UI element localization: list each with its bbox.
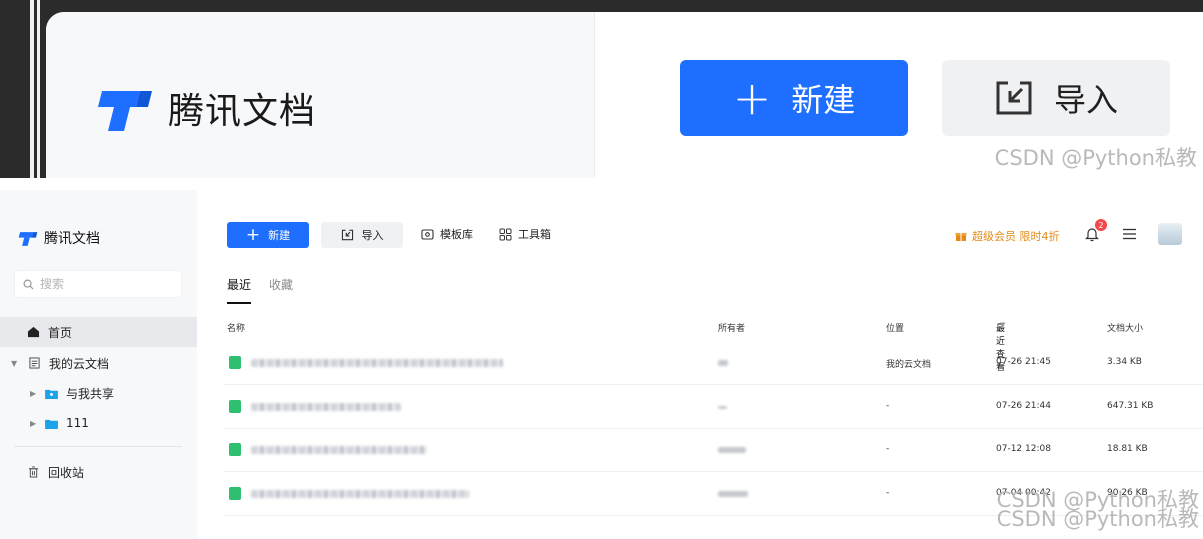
watermark: CSDN @Python私教 bbox=[996, 507, 1199, 531]
sidebar-item-my-docs[interactable]: ▼ 我的云文档 bbox=[0, 348, 197, 378]
search-icon bbox=[23, 279, 34, 290]
row-size: 18.81 KB bbox=[1107, 444, 1148, 454]
sidebar-item-folder-111[interactable]: ▶ 111 bbox=[0, 408, 197, 438]
redacted-file-name bbox=[251, 446, 427, 454]
import-icon bbox=[341, 229, 353, 241]
table-row[interactable]: - 07-12 12:08 18.81 KB bbox=[223, 429, 1203, 472]
redacted-file-name bbox=[251, 403, 401, 411]
zoomed-logo[interactable]: 腾讯文档 bbox=[96, 82, 316, 134]
window-edge bbox=[0, 0, 48, 178]
trash-icon bbox=[26, 466, 40, 479]
import-icon bbox=[996, 81, 1032, 115]
redacted-owner bbox=[718, 447, 746, 453]
vip-promo[interactable]: 超级会员 限时4折 bbox=[955, 228, 1060, 244]
tab-favorites[interactable]: 收藏 bbox=[269, 276, 293, 304]
table-header: 名称 所有者 位置 最近查看 ▼ 文档大小 bbox=[227, 321, 1203, 373]
sheet-file-icon bbox=[229, 400, 241, 413]
row-last-viewed: 07-26 21:45 bbox=[996, 357, 1051, 367]
caret-down-icon[interactable]: ▼ bbox=[11, 359, 21, 368]
folder-icon bbox=[44, 417, 58, 430]
sheet-file-icon bbox=[229, 443, 241, 456]
zoomed-import-label: 导入 bbox=[1053, 81, 1118, 119]
column-header-owner[interactable]: 所有者 bbox=[718, 321, 745, 334]
menu-icon[interactable] bbox=[1123, 228, 1136, 240]
row-last-viewed: 07-26 21:44 bbox=[996, 401, 1051, 411]
main-content: + 新建 导入 模板库 工具箱 超级会员 限时4折 2 最近 收藏 名称 所有者… bbox=[197, 190, 1203, 539]
sidebar-divider bbox=[14, 446, 182, 447]
sidebar-item-home[interactable]: 首页 bbox=[0, 317, 197, 347]
zoomed-logo-text: 腾讯文档 bbox=[168, 91, 317, 132]
redacted-file-name bbox=[251, 490, 469, 498]
search-input[interactable] bbox=[40, 277, 170, 291]
plus-icon: + bbox=[245, 224, 261, 245]
window-border bbox=[30, 0, 34, 178]
template-icon bbox=[421, 228, 434, 240]
toolbox-icon bbox=[499, 228, 512, 240]
redacted-owner bbox=[718, 406, 727, 409]
new-button-label: 新建 bbox=[268, 229, 291, 242]
sidebar: 腾讯文档 首页 ▼ 我的云文档 ▶ bbox=[0, 190, 197, 539]
sidebar-item-label: 首页 bbox=[48, 325, 73, 340]
new-button[interactable]: + 新建 bbox=[227, 222, 309, 248]
sidebar-item-label: 我的云文档 bbox=[49, 356, 110, 371]
shared-folder-icon bbox=[44, 387, 58, 400]
column-header-location[interactable]: 位置 bbox=[886, 321, 904, 334]
sidebar-item-trash[interactable]: 回收站 bbox=[0, 457, 197, 487]
column-header-name[interactable]: 名称 bbox=[227, 321, 245, 334]
row-location: - bbox=[886, 488, 890, 498]
templates-link[interactable]: 模板库 bbox=[421, 226, 473, 242]
caret-right-icon[interactable]: ▶ bbox=[30, 389, 40, 398]
zoomed-header-crop: 腾讯文档 + 新建 导入 CSDN @Python私教 bbox=[0, 0, 1203, 178]
sidebar-item-label: 与我共享 bbox=[66, 386, 115, 401]
sidebar-item-shared[interactable]: ▶ 与我共享 bbox=[0, 378, 197, 408]
row-size: 3.34 KB bbox=[1107, 357, 1142, 367]
caret-right-icon[interactable]: ▶ bbox=[30, 419, 40, 428]
doc-icon bbox=[27, 357, 41, 370]
search-box[interactable] bbox=[14, 270, 182, 298]
avatar[interactable] bbox=[1158, 223, 1182, 245]
toolbox-link[interactable]: 工具箱 bbox=[499, 226, 551, 242]
import-button[interactable]: 导入 bbox=[321, 222, 403, 248]
sheet-file-icon bbox=[229, 487, 241, 500]
home-icon bbox=[26, 326, 40, 339]
sort-down-icon: ▼ bbox=[1000, 321, 1006, 329]
notification-badge: 2 bbox=[1095, 219, 1107, 231]
import-button-label: 导入 bbox=[361, 229, 384, 242]
watermark: CSDN @Python私教 bbox=[994, 146, 1197, 170]
row-location: 我的云文档 bbox=[886, 360, 932, 370]
table-row[interactable]: - 07-26 21:44 647.31 KB bbox=[223, 386, 1203, 429]
row-last-viewed: 07-12 12:08 bbox=[996, 444, 1051, 454]
sidebar-logo-text: 腾讯文档 bbox=[44, 231, 100, 247]
redacted-owner bbox=[718, 491, 748, 497]
toolbox-label: 工具箱 bbox=[518, 228, 551, 241]
table-row[interactable]: 我的云文档 07-26 21:45 3.34 KB bbox=[223, 342, 1203, 385]
zoomed-new-label: 新建 bbox=[791, 81, 856, 119]
gift-icon bbox=[955, 233, 967, 241]
vip-label: 超级会员 限时4折 bbox=[972, 230, 1060, 243]
redacted-owner bbox=[718, 360, 728, 366]
zoomed-new-button[interactable]: + 新建 bbox=[680, 60, 908, 136]
sheet-file-icon bbox=[229, 356, 241, 369]
row-size: 647.31 KB bbox=[1107, 401, 1154, 411]
column-header-size[interactable]: 文档大小 bbox=[1107, 321, 1143, 334]
window-border bbox=[37, 0, 40, 178]
tab-recent[interactable]: 最近 bbox=[227, 276, 252, 304]
sidebar-item-label: 回收站 bbox=[48, 465, 85, 480]
zoomed-sidebar: 腾讯文档 bbox=[46, 12, 595, 178]
row-location: - bbox=[886, 444, 890, 454]
plus-icon: + bbox=[732, 71, 772, 125]
zoomed-import-button[interactable]: 导入 bbox=[942, 60, 1170, 136]
sidebar-logo[interactable]: 腾讯文档 bbox=[18, 228, 100, 248]
redacted-file-name bbox=[251, 359, 503, 367]
tencent-docs-logo-icon bbox=[98, 91, 152, 131]
sidebar-item-label: 111 bbox=[66, 416, 89, 430]
tab-bar: 最近 收藏 bbox=[227, 276, 293, 304]
tencent-docs-logo-icon bbox=[18, 232, 38, 246]
app-window: 腾讯文档 首页 ▼ 我的云文档 ▶ bbox=[0, 190, 1203, 539]
templates-label: 模板库 bbox=[440, 228, 473, 241]
row-location: - bbox=[886, 401, 890, 411]
